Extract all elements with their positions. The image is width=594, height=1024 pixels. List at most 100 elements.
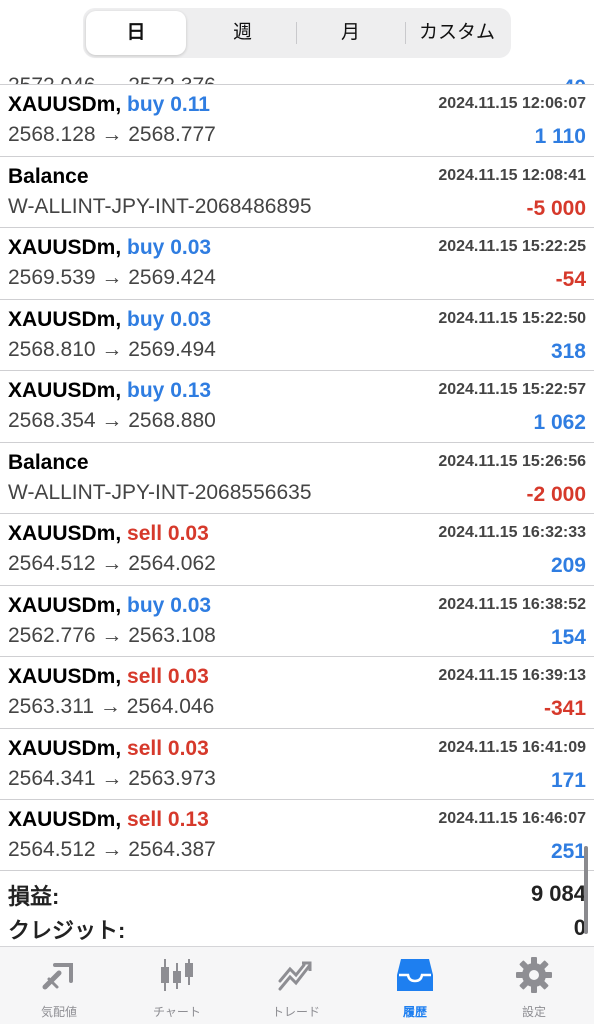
balance-row[interactable]: Balance 2024.11.15 15:26:56 W-ALLINT-JPY-I…: [0, 441, 594, 514]
tab-history[interactable]: 履歴: [356, 947, 474, 1024]
history-list: XAUUSDm, buy 0.11 2024.11.15 12:06:07 2568…: [0, 84, 594, 871]
symbol-name: XAUUSDm,: [8, 593, 122, 617]
trade-side-volume: sell 0.03: [127, 522, 209, 545]
trade-row[interactable]: XAUUSDm, buy 0.11 2024.11.15 12:06:07 2568…: [0, 84, 594, 156]
row-profit: 318: [550, 339, 586, 363]
trade-row[interactable]: XAUUSDm, sell 0.03 2024.11.15 16:41:09 256…: [0, 727, 594, 800]
row-symbol: XAUUSDm, buy 0.03: [8, 308, 211, 332]
trade-side-volume: buy 0.03: [127, 307, 212, 331]
row-time: 2024.11.15 16:46:07: [438, 810, 586, 827]
scrollbar[interactable]: [584, 846, 588, 934]
trade-prices: 2569.539 → 2569.424: [8, 266, 216, 289]
row-profit: -341: [543, 697, 586, 720]
symbol-name: XAUUSDm,: [8, 236, 122, 259]
symbol-name: Balance: [8, 164, 89, 188]
balance-comment: W-ALLINT-JPY-INT-2068486895: [8, 194, 312, 218]
trade-profit: 40: [563, 76, 586, 84]
row-time: 2024.11.15 15:22:25: [438, 238, 586, 255]
row-time: 2024.11.15 16:32:33: [438, 524, 586, 541]
trade-row[interactable]: XAUUSDm, sell 0.03 2024.11.15 16:39:13 256…: [0, 656, 594, 728]
symbol-name: XAUUSDm,: [8, 379, 122, 402]
bottom-tab-bar: 気配値 チャート トレード 履歴 設定: [0, 946, 594, 1024]
balance-row[interactable]: Balance 2024.11.15 12:08:41 W-ALLINT-JPY-I…: [0, 155, 594, 228]
period-selector-bar: 日 週 月 カスタム: [0, 0, 594, 66]
row-symbol: XAUUSDm, sell 0.03: [8, 522, 209, 546]
symbol-name: Balance: [8, 450, 89, 474]
trade-row[interactable]: XAUUSDm, sell 0.13 2024.11.15 16:46:07 256…: [0, 799, 594, 871]
trade-side-volume: sell 0.13: [127, 808, 209, 831]
row-symbol: XAUUSDm, buy 0.03: [8, 236, 211, 260]
row-time: 2024.11.15 16:41:09: [438, 738, 586, 756]
row-profit: 171: [550, 768, 586, 792]
row-profit: 154: [550, 625, 586, 649]
gear-icon: [516, 957, 552, 993]
trade-prices: 2568.354 → 2568.880: [8, 409, 216, 432]
row-profit: -2 000: [526, 482, 586, 506]
segment-day[interactable]: 日: [86, 11, 186, 55]
summary-credit-row: クレジット: 0: [0, 905, 594, 943]
row-symbol: XAUUSDm, sell 0.13: [8, 808, 209, 832]
row-symbol: Balance: [8, 451, 89, 475]
trade-row[interactable]: XAUUSDm, sell 0.03 2024.11.15 16:32:33 256…: [0, 513, 594, 585]
tab-label: 設定: [521, 1005, 546, 1019]
summary-profit-row: 損益: 9 084: [0, 871, 594, 909]
trade-prices: 2564.512 → 2564.062: [8, 552, 216, 575]
symbol-name: XAUUSDm,: [8, 808, 122, 831]
tab-label: チャート: [153, 1005, 201, 1019]
row-time: 2024.11.15 15:22:57: [438, 381, 586, 398]
row-time: 2024.11.15 12:06:07: [438, 95, 586, 112]
row-time: 2024.11.15 16:39:13: [438, 667, 586, 684]
symbol-name: XAUUSDm,: [8, 665, 122, 688]
trade-prices: 2564.512 → 2564.387: [8, 838, 216, 861]
trade-row[interactable]: XAUUSDm, buy 0.03 2024.11.15 15:22:25 2569…: [0, 227, 594, 299]
credit-label: クレジット:: [8, 918, 126, 943]
trade-prices: 2563.311 → 2564.046: [8, 695, 215, 718]
history-summary: 損益: 9 084 クレジット: 0: [0, 870, 594, 943]
tab-label: 履歴: [402, 1005, 427, 1019]
row-symbol: Balance: [8, 165, 89, 189]
row-time: 2024.11.15 15:22:50: [438, 309, 586, 327]
row-time: 2024.11.15 16:38:52: [438, 595, 586, 613]
period-segmented-control: 日 週 月 カスタム: [83, 8, 511, 58]
row-profit: 251: [550, 840, 586, 863]
symbol-name: XAUUSDm,: [8, 93, 122, 116]
trade-prices: 2562.776 → 2563.108: [8, 623, 216, 647]
symbol-name: XAUUSDm,: [8, 736, 122, 760]
trade-side-volume: sell 0.03: [127, 665, 209, 688]
row-profit: 1 110: [534, 125, 586, 148]
trade-side-volume: buy 0.13: [127, 379, 212, 402]
balance-comment: W-ALLINT-JPY-INT-2068556635: [8, 480, 312, 504]
row-time: 2024.11.15 12:08:41: [438, 166, 586, 184]
row-symbol: XAUUSDm, sell 0.03: [8, 665, 209, 689]
tab-quotes[interactable]: 気配値: [0, 947, 118, 1024]
trade-prices: 2572.046 → 2572.376: [8, 74, 216, 84]
row-profit: -54: [555, 268, 586, 291]
trade-prices: 2564.341 → 2563.973: [8, 766, 216, 790]
row-profit: 209: [550, 554, 586, 577]
tab-trade[interactable]: トレード: [237, 947, 355, 1024]
row-time: 2024.11.15 15:26:56: [438, 452, 586, 470]
trade-row[interactable]: XAUUSDm, buy 0.03 2024.11.15 16:38:52 2562…: [0, 584, 594, 657]
segment-custom[interactable]: カスタム: [406, 8, 508, 58]
segment-week[interactable]: 週: [190, 8, 295, 58]
chart-candles-icon: [161, 959, 193, 991]
row-symbol: XAUUSDm, sell 0.03: [8, 737, 209, 761]
trade-icon: [278, 961, 312, 991]
trade-side-volume: buy 0.03: [127, 236, 212, 259]
trade-prices: 2568.128 → 2568.777: [8, 123, 216, 146]
tab-label: トレード: [271, 1005, 320, 1019]
trade-side-volume: buy 0.03: [127, 593, 212, 617]
tab-chart[interactable]: チャート: [118, 947, 236, 1024]
quotes-icon: [42, 963, 73, 990]
trade-row[interactable]: XAUUSDm, buy 0.13 2024.11.15 15:22:57 2568…: [0, 370, 594, 442]
row-profit: -5 000: [526, 196, 586, 220]
tab-settings[interactable]: 設定: [475, 947, 593, 1024]
trade-side-volume: buy 0.11: [127, 93, 210, 116]
trade-prices: 2568.810 → 2569.494: [8, 337, 216, 361]
tab-label: 気配値: [40, 1005, 77, 1019]
segment-month[interactable]: 月: [297, 8, 404, 58]
symbol-name: XAUUSDm,: [8, 307, 122, 331]
row-symbol: XAUUSDm, buy 0.13: [8, 379, 211, 403]
trade-row[interactable]: XAUUSDm, buy 0.03 2024.11.15 15:22:50 2568…: [0, 298, 594, 371]
profit-value: 9 084: [530, 881, 586, 906]
